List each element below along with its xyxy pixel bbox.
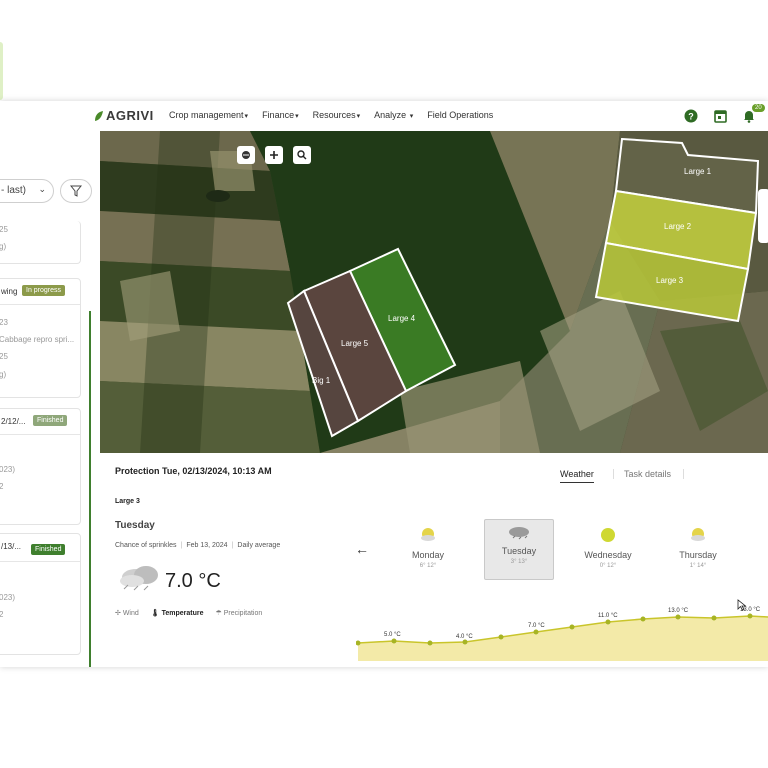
notification-badge: 20	[752, 104, 765, 112]
search-map-button[interactable]	[293, 146, 311, 164]
back-arrow-icon[interactable]: ←	[355, 541, 369, 557]
app-logo[interactable]: AGRIVI	[94, 108, 154, 123]
task-sidebar: - last) ⌄ 25 g) wing In progress 23 Cabb…	[0, 131, 100, 667]
menu-crop-management[interactable]: Crop management▾	[169, 110, 248, 120]
menu-field-operations[interactable]: Field Operations	[427, 110, 493, 120]
day-card-thursday[interactable]: Thursday 1° 14°	[664, 526, 732, 584]
status-badge: Finished	[33, 415, 68, 426]
filter-icon	[70, 185, 82, 197]
day-card-wednesday[interactable]: Wednesday 0° 12°	[574, 526, 642, 584]
day-card-monday[interactable]: Monday 6° 12°	[394, 526, 462, 584]
field-label-big-1: Big 1	[312, 376, 331, 385]
tab-weather[interactable]: Weather	[560, 469, 594, 483]
chart-label: 5.0 °C	[384, 632, 401, 638]
mouse-cursor-icon	[737, 599, 747, 611]
field-label-large-5: Large 5	[341, 339, 369, 348]
task-card[interactable]: 25 g)	[0, 221, 81, 264]
chart-area	[358, 616, 768, 661]
panel-title: Protection Tue, 02/13/2024, 10:13 AM	[115, 466, 272, 476]
task-card[interactable]: 2/12/... Finished 023) 2	[0, 408, 81, 525]
temperature-chart: 5.0 °C 4.0 °C 7.0 °C 11.0 °C 13.0 °C 13.…	[356, 607, 768, 661]
calendar-icon[interactable]	[714, 109, 727, 123]
field-label-large-3: Large 3	[656, 276, 684, 285]
status-badge: Finished	[31, 544, 66, 555]
season-select[interactable]: - last) ⌄	[0, 179, 54, 203]
field-name: Large 3	[115, 498, 140, 505]
menu-analyze[interactable]: Analyze ▾	[374, 110, 413, 120]
sun-icon	[601, 528, 615, 542]
side-tab-handle[interactable]	[0, 42, 3, 100]
chart-label: 4.0 °C	[456, 634, 473, 640]
chart-label: 13.0 °C	[668, 608, 689, 614]
filter-button[interactable]	[60, 179, 92, 203]
main-menu: Crop management▾ Finance▾ Resources▾ Ana…	[169, 110, 493, 120]
menu-resources[interactable]: Resources▾	[313, 110, 361, 120]
zoom-in-button[interactable]	[265, 146, 283, 164]
chip-precipitation[interactable]: ☂ Precipitation	[216, 609, 263, 617]
status-badge: In progress	[22, 285, 66, 296]
sun-cloud-icon	[421, 528, 435, 541]
field-map[interactable]: Large 1 Large 2 Large 3 Large 4 Large 5 …	[100, 131, 768, 453]
chevron-down-icon: ⌄	[38, 184, 46, 194]
top-nav: AGRIVI Crop management▾ Finance▾ Resourc…	[0, 101, 768, 132]
menu-finance[interactable]: Finance▾	[262, 110, 299, 120]
temperature-readout: 7.0 °C	[165, 570, 221, 592]
map-side-handle[interactable]	[758, 189, 768, 243]
svg-text:?: ?	[688, 112, 694, 122]
selected-day: Tuesday	[115, 520, 155, 531]
selection-indicator	[89, 311, 91, 667]
search-icon	[297, 150, 307, 160]
leaf-logo-icon	[95, 110, 103, 121]
app-window: AGRIVI Crop management▾ Finance▾ Resourc…	[0, 101, 768, 667]
logo-text: AGRIVI	[106, 108, 154, 123]
chart-label: 7.0 °C	[528, 623, 545, 629]
sun-cloud-icon	[691, 528, 705, 541]
cloud-rain-icon	[120, 566, 158, 591]
task-card[interactable]: wing In progress 23 Cabbage repro spri..…	[0, 278, 81, 398]
day-card-tuesday[interactable]: Tuesday 3° 13°	[484, 519, 554, 580]
chip-temperature[interactable]: 🌡 Temperature	[151, 609, 204, 617]
help-icon[interactable]: ?	[684, 109, 698, 123]
metric-chips: ✢ Wind 🌡 Temperature ☂ Precipitation	[115, 609, 262, 617]
plus-icon	[270, 151, 278, 159]
layers-icon	[242, 151, 250, 159]
chip-wind[interactable]: ✢ Wind	[115, 609, 139, 617]
cloud-rain-icon	[509, 527, 529, 540]
field-label-large-1: Large 1	[684, 167, 712, 176]
field-label-large-4: Large 4	[388, 314, 416, 323]
task-card[interactable]: /13/... Finished 023) 2	[0, 533, 81, 655]
chart-label: 11.0 °C	[598, 613, 618, 619]
satellite-map[interactable]: Large 1 Large 2 Large 3 Large 4 Large 5 …	[100, 131, 768, 453]
field-label-large-2: Large 2	[664, 222, 692, 231]
layers-button[interactable]	[237, 146, 255, 164]
tab-task-details[interactable]: Task details	[613, 469, 685, 479]
forecast-meta: Chance of sprinkles | Feb 13, 2024 | Daily a…	[115, 542, 281, 549]
